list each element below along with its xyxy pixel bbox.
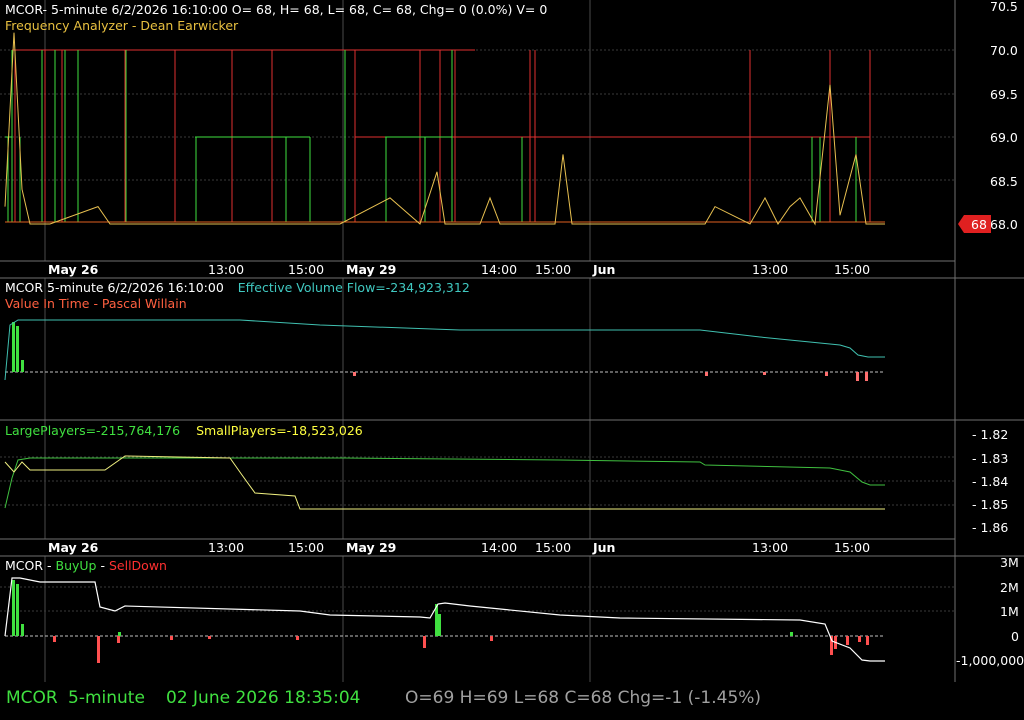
players-tick: - 1.85 — [972, 497, 1008, 512]
last-price-value: 68 — [971, 217, 987, 232]
buy-bar — [438, 614, 441, 636]
players-tick: - 1.86 — [972, 520, 1008, 535]
players-tick: - 1.84 — [972, 474, 1008, 489]
time-label: 13:00 — [752, 540, 788, 555]
sell-bar — [858, 636, 861, 642]
sell-bar — [423, 636, 426, 648]
date-label: Jun — [592, 540, 615, 555]
price-panel-header: MCOR- 5-minute 6/2/2026 16:10:00 O= 68, … — [5, 2, 547, 17]
price-tick: 69.5 — [990, 87, 1018, 102]
evf-bar — [763, 372, 766, 375]
time-label: 15:00 — [834, 540, 870, 555]
evf-bar — [705, 372, 708, 376]
time-label: 13:00 — [208, 262, 244, 277]
status-bar: MCOR 5-minute 02 June 2026 18:35:04 O=69… — [0, 682, 1024, 720]
time-label: 15:00 — [535, 540, 571, 555]
price-tick: 70.0 — [990, 43, 1018, 58]
players-tick: - 1.83 — [972, 451, 1008, 466]
buy-bar — [16, 584, 19, 636]
date-label: May 26 — [48, 262, 99, 277]
status-ohlc: O=69 H=69 L=68 C=68 Chg=-1 (-1.45%) — [405, 688, 762, 708]
buy-bar — [12, 580, 15, 636]
date-label: Jun — [592, 262, 615, 277]
buy-bar — [21, 624, 24, 636]
buysell-tick: 3M — [1000, 555, 1019, 570]
sell-bar — [866, 636, 869, 645]
sell-bar — [170, 636, 173, 640]
time-label: 14:00 — [481, 262, 517, 277]
evf-value: Effective Volume Flow=-234,923,312 — [238, 280, 470, 295]
buysell-tick: 1M — [1000, 604, 1019, 619]
buysell-prefix: MCOR - — [5, 558, 56, 573]
evf-title: MCOR 5-minute 6/2/2026 16:10:00 — [5, 280, 224, 295]
time-label: 15:00 — [288, 540, 324, 555]
date-label: May 29 — [346, 262, 396, 277]
status-interval: 5-minute — [68, 688, 145, 708]
time-label: 14:00 — [481, 540, 517, 555]
date-label: May 29 — [346, 540, 396, 555]
evf-bar — [825, 372, 828, 376]
price-tick: 68.5 — [990, 174, 1018, 189]
buysell-dash: - — [100, 558, 105, 573]
sell-bar — [97, 636, 100, 663]
status-symbol: MCOR — [6, 688, 58, 708]
buy-bar — [118, 632, 121, 636]
players-header: LargePlayers=-215,764,176 SmallPlayers=-… — [5, 423, 363, 438]
date-label: May 26 — [48, 540, 99, 555]
sell-bar — [490, 636, 493, 641]
evf-bar — [353, 372, 356, 376]
large-players-value: LargePlayers=-215,764,176 — [5, 423, 180, 438]
evf-subtitle: Value In Time - Pascal Willain — [5, 296, 187, 311]
sell-bar — [117, 636, 120, 643]
sell-bar — [296, 636, 299, 640]
sell-bar — [846, 636, 849, 645]
buysell-tick: 0 — [1011, 629, 1019, 644]
evf-bar — [12, 322, 15, 372]
price-tick: 68.0 — [990, 217, 1018, 232]
time-label: 13:00 — [752, 262, 788, 277]
buyup-label: BuyUp — [56, 558, 97, 573]
sell-bar — [53, 636, 56, 642]
evf-bar — [856, 372, 859, 381]
buysell-header: MCOR - BuyUp - SellDown — [5, 558, 167, 573]
small-players-value: SmallPlayers=-18,523,026 — [196, 423, 363, 438]
players-tick: - 1.82 — [972, 427, 1008, 442]
buysell-tick: -1,000,000 — [956, 653, 1024, 668]
sell-bar — [208, 636, 211, 639]
time-label: 13:00 — [208, 540, 244, 555]
price-tick: 69.0 — [990, 130, 1018, 145]
time-label: 15:00 — [288, 262, 324, 277]
status-datetime: 02 June 2026 18:35:04 — [166, 688, 361, 708]
evf-bar — [865, 372, 868, 381]
evf-bar — [21, 360, 24, 372]
buy-bar — [790, 632, 793, 636]
time-label: 15:00 — [535, 262, 571, 277]
price-tick: 70.5 — [990, 0, 1018, 14]
evf-bar — [16, 326, 19, 372]
last-price-tag: 68 — [958, 215, 991, 233]
buysell-tick: 2M — [1000, 580, 1019, 595]
evf-panel-header: MCOR 5-minute 6/2/2026 16:10:00 Effectiv… — [5, 280, 470, 295]
price-panel-indicator-name: Frequency Analyzer - Dean Earwicker — [5, 18, 239, 33]
selldown-label: SellDown — [109, 558, 167, 573]
stock-chart: MCOR- 5-minute 6/2/2026 16:10:00 O= 68, … — [0, 0, 1024, 720]
time-label: 15:00 — [834, 262, 870, 277]
